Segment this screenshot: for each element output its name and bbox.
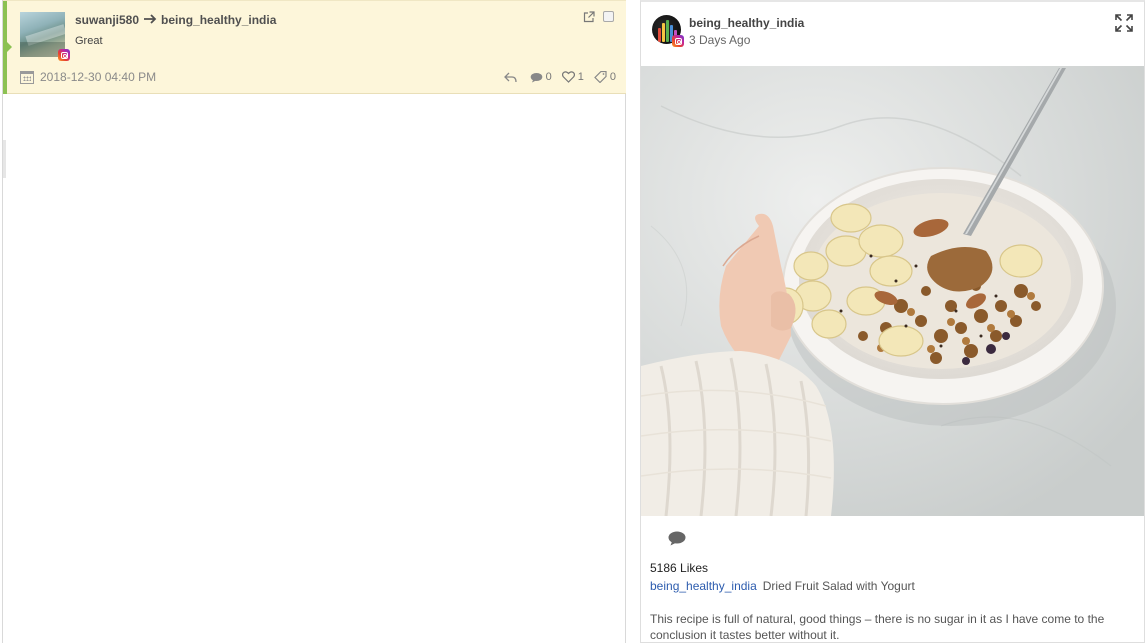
heart-icon (561, 71, 575, 83)
card-accent-notch (7, 42, 12, 52)
instagram-icon (672, 35, 684, 47)
post-preview-pane: being_healthy_india 3 Days Ago 5186 Like… (640, 0, 1145, 643)
message-card[interactable]: suwanji580 being_healthy_india Great 201… (3, 0, 626, 94)
reply-button[interactable] (503, 72, 520, 83)
tags-count: 0 (609, 71, 616, 83)
pane-edge-handle (3, 140, 6, 178)
select-checkbox[interactable] (603, 10, 614, 22)
calendar-icon (20, 70, 34, 84)
post-photo[interactable] (641, 66, 1144, 516)
expand-icon[interactable] (1114, 13, 1134, 33)
message-timestamp: 2018-12-30 04:40 PM (40, 70, 157, 84)
reply-icon (503, 72, 517, 82)
likes-stat[interactable]: 1 (561, 71, 584, 83)
comments-count: 0 (545, 71, 552, 83)
recipient-username[interactable]: being_healthy_india (161, 13, 276, 27)
sender-username[interactable]: suwanji580 (75, 13, 139, 27)
tag-icon (594, 71, 607, 83)
likes-count: 1 (577, 71, 584, 83)
card-tools (583, 10, 614, 23)
caption-body: This recipe is full of natural, good thi… (650, 612, 1105, 642)
message-stats: 0 1 0 (494, 71, 616, 83)
caption-username-link[interactable]: being_healthy_india (650, 579, 757, 593)
post-likes: 5186 Likes (650, 561, 709, 575)
message-header: suwanji580 being_healthy_india (75, 12, 276, 27)
arrow-right-icon (143, 12, 157, 27)
caption-title: Dried Fruit Salad with Yogurt (762, 579, 915, 593)
comments-stat[interactable]: 0 (530, 71, 552, 83)
instagram-icon (58, 49, 70, 61)
message-text: Great (75, 35, 103, 47)
post-caption: being_healthy_india Dried Fruit Salad wit… (650, 579, 915, 593)
comment-icon[interactable] (668, 531, 686, 551)
post-time: 3 Days Ago (689, 33, 751, 47)
post-author-username[interactable]: being_healthy_india (689, 16, 804, 30)
app: suwanji580 being_healthy_india Great 201… (0, 0, 1147, 643)
external-link-icon[interactable] (583, 10, 595, 23)
message-list-pane: suwanji580 being_healthy_india Great 201… (2, 0, 626, 643)
comment-icon (530, 72, 542, 82)
message-footer: 2018-12-30 04:40 PM 0 1 0 (20, 69, 616, 85)
tags-stat[interactable]: 0 (594, 71, 616, 83)
